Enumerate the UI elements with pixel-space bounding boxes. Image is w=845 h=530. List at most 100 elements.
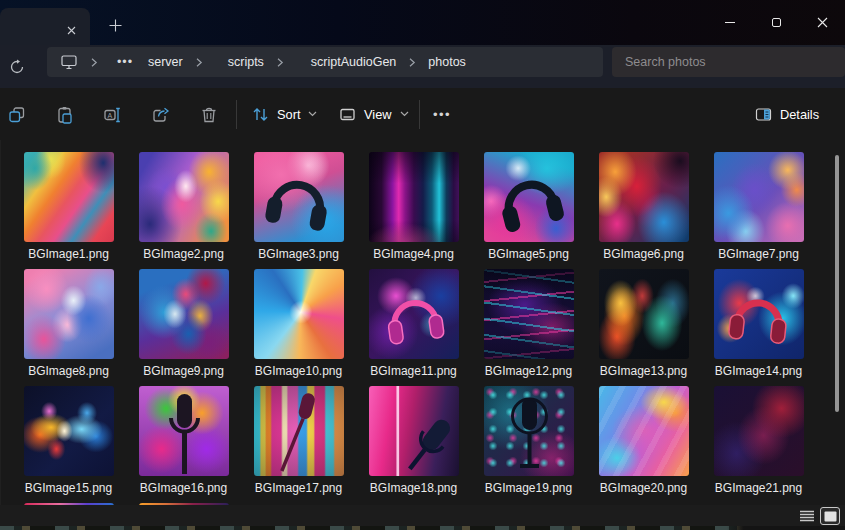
file-tile[interactable]: BGImage9.png: [126, 269, 241, 386]
file-tile[interactable]: BGImage3.png: [241, 152, 356, 269]
file-tile[interactable]: BGImage1.png: [11, 152, 126, 269]
file-label: BGImage8.png: [11, 364, 126, 378]
headphones-art: [484, 152, 574, 242]
headphones-art: [714, 269, 804, 359]
file-tile[interactable]: BGImage11.png: [356, 269, 471, 386]
file-tile[interactable]: BGImage7.png: [701, 152, 816, 269]
scrollbar-thumb[interactable]: [835, 155, 839, 412]
file-thumbnail: [484, 386, 574, 476]
delete-button[interactable]: [200, 106, 218, 124]
headphones-art: [254, 152, 344, 242]
share-button[interactable]: [152, 106, 170, 124]
refresh-button[interactable]: [9, 59, 25, 75]
chevron-down-icon: [308, 111, 317, 117]
thumbnail-view-button[interactable]: [820, 507, 840, 525]
maximize-icon: [772, 18, 781, 27]
titlebar: [0, 0, 845, 45]
toolbar-separator: [419, 100, 420, 129]
file-label: BGImage1.png: [11, 247, 126, 261]
file-tile[interactable]: BGImage10.png: [241, 269, 356, 386]
file-label: BGImage6.png: [586, 247, 701, 261]
file-label: BGImage21.png: [701, 481, 816, 495]
file-tile[interactable]: BGImage8.png: [11, 269, 126, 386]
file-tile[interactable]: BGImage21.png: [701, 386, 816, 503]
file-label: BGImage18.png: [356, 481, 471, 495]
file-tile[interactable]: BGImage4.png: [356, 152, 471, 269]
file-label: BGImage2.png: [126, 247, 241, 261]
microphone-art: [369, 386, 459, 476]
file-label: BGImage11.png: [356, 364, 471, 378]
file-tile[interactable]: BGImage12.png: [471, 269, 586, 386]
sort-button[interactable]: Sort: [244, 98, 325, 130]
file-thumbnail: [599, 269, 689, 359]
address-field[interactable]: ••• server scripts scriptAudioGen photos: [47, 47, 603, 77]
breadcrumb-overflow[interactable]: •••: [110, 55, 140, 69]
file-tile[interactable]: BGImage19.png: [471, 386, 586, 503]
file-tile[interactable]: BGImage16.png: [126, 386, 241, 503]
view-button[interactable]: View: [331, 98, 417, 130]
breadcrumb-server[interactable]: server: [148, 55, 183, 69]
microphone-art: [254, 386, 344, 476]
more-options-button[interactable]: •••: [426, 98, 458, 130]
toolbar-separator: [236, 100, 237, 129]
minimize-button[interactable]: [707, 0, 753, 45]
paste-button[interactable]: [56, 106, 74, 124]
file-thumbnail: [599, 386, 689, 476]
copy-button[interactable]: [8, 106, 26, 124]
this-pc-icon: [60, 54, 78, 70]
file-tile[interactable]: BGImage13.png: [586, 269, 701, 386]
tab-close-icon[interactable]: [63, 22, 79, 38]
file-thumbnail: [369, 269, 459, 359]
rename-button[interactable]: A: [104, 106, 122, 124]
microphone-art: [139, 386, 229, 476]
maximize-button[interactable]: [753, 0, 799, 45]
file-thumbnail: [254, 152, 344, 242]
svg-text:A: A: [108, 112, 113, 119]
close-button[interactable]: [799, 0, 845, 45]
file-label: BGImage7.png: [701, 247, 816, 261]
file-tile[interactable]: BGImage20.png: [586, 386, 701, 503]
file-tile[interactable]: BGImage18.png: [356, 386, 471, 503]
chevron-down-icon: [400, 111, 409, 117]
plus-icon: [109, 19, 122, 32]
address-bar-row: ••• server scripts scriptAudioGen photos…: [0, 45, 845, 88]
file-tile[interactable]: BGImage6.png: [586, 152, 701, 269]
file-tile[interactable]: BGImage14.png: [701, 269, 816, 386]
file-tile[interactable]: BGImage5.png: [471, 152, 586, 269]
breadcrumb-chevron-icon: [84, 58, 104, 67]
file-thumbnail: [139, 152, 229, 242]
file-label: BGImage16.png: [126, 481, 241, 495]
breadcrumb-scripts[interactable]: scripts: [228, 55, 264, 69]
details-button[interactable]: Details: [747, 98, 827, 130]
search-input[interactable]: Search photos: [612, 47, 845, 77]
file-thumbnail: [254, 269, 344, 359]
file-thumbnail: [599, 152, 689, 242]
file-thumbnail: [714, 386, 804, 476]
explorer-tab[interactable]: [0, 8, 90, 45]
file-thumbnail: [369, 386, 459, 476]
file-thumbnail: [714, 269, 804, 359]
new-tab-button[interactable]: [103, 13, 127, 37]
file-label: BGImage5.png: [471, 247, 586, 261]
details-view-button[interactable]: [797, 507, 817, 525]
file-thumbnail: [484, 152, 574, 242]
minimize-icon: [725, 22, 735, 23]
file-thumbnail: [24, 152, 114, 242]
file-tile[interactable]: BGImage17.png: [241, 386, 356, 503]
file-tile[interactable]: BGImage15.png: [11, 386, 126, 503]
thumbnail-view-icon: [824, 511, 837, 522]
file-label: BGImage9.png: [126, 364, 241, 378]
view-label: View: [364, 107, 392, 122]
file-label: BGImage12.png: [471, 364, 586, 378]
breadcrumb-photos[interactable]: photos: [428, 55, 466, 69]
sort-label: Sort: [277, 107, 300, 122]
file-label: BGImage3.png: [241, 247, 356, 261]
file-tile[interactable]: BGImage2.png: [126, 152, 241, 269]
file-label: BGImage20.png: [586, 481, 701, 495]
close-icon: [817, 17, 828, 28]
file-thumbnail: [369, 152, 459, 242]
sort-icon: [252, 106, 269, 123]
file-thumbnail: [24, 386, 114, 476]
status-bar: [0, 505, 845, 526]
breadcrumb-scriptaudiogen[interactable]: scriptAudioGen: [311, 55, 396, 69]
